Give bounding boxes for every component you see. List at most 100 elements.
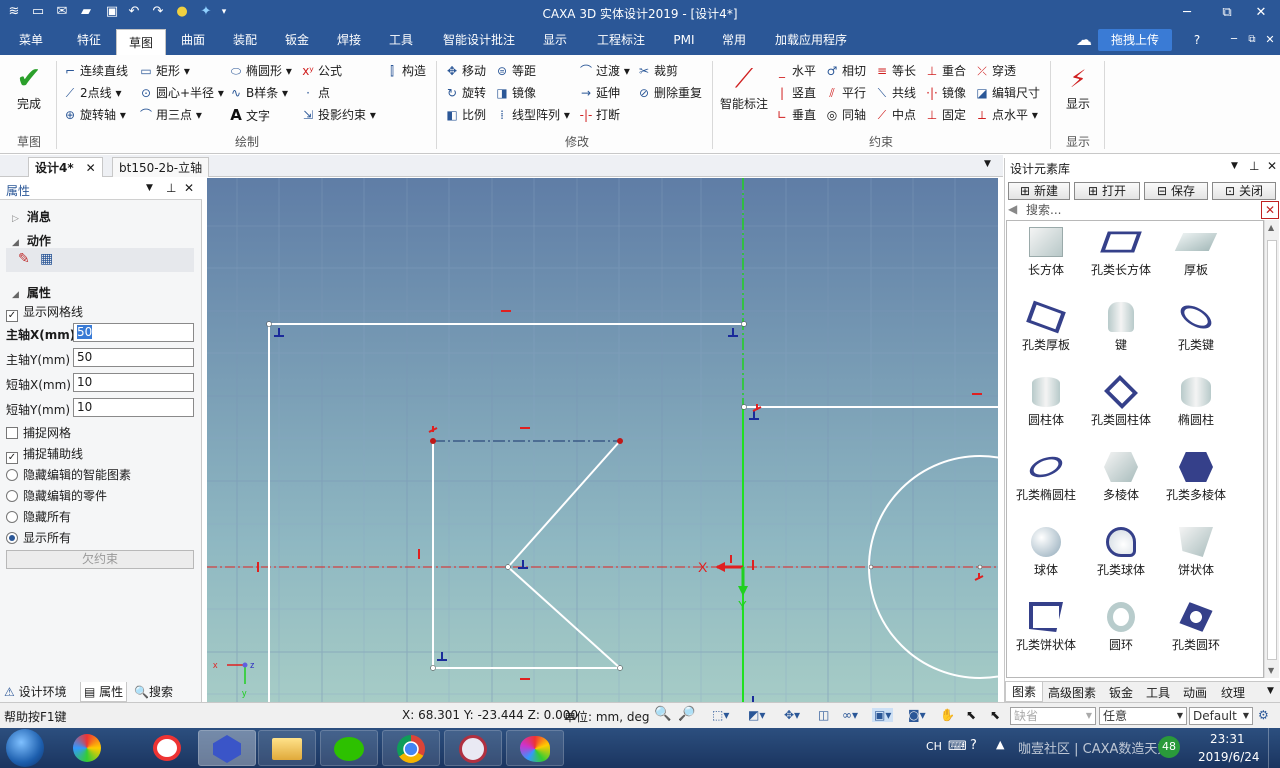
sketch-canvas[interactable]: X Y x z y — [207, 178, 998, 702]
element-hole-prism[interactable]: 孔类多棱体 — [1160, 452, 1232, 503]
standard-view-icon[interactable]: ◩▾ — [748, 708, 765, 722]
menu-item[interactable]: 菜单 — [10, 25, 52, 55]
finish-button[interactable]: ✔ 完成 — [6, 63, 52, 125]
point-horizontal-button[interactable]: ⟂ 点水平 ▾ — [974, 105, 1038, 125]
select-arrow-icon[interactable]: ⬉ — [966, 708, 976, 722]
menu-item[interactable]: 装配 — [222, 25, 268, 55]
pan-icon[interactable]: ✥▾ — [784, 708, 800, 722]
menu-item[interactable]: PMI — [664, 25, 704, 55]
section-icon[interactable]: ◙▾ — [908, 708, 926, 722]
break-button[interactable]: -|- 打断 — [578, 105, 620, 125]
element-prism[interactable]: 多棱体 — [1085, 452, 1157, 503]
help-icon[interactable]: ? — [1186, 25, 1208, 55]
menu-item[interactable]: 智能设计批注 — [436, 25, 522, 55]
polyline-button[interactable]: ⌐ 连续直线 — [62, 61, 128, 81]
project-constraint-button[interactable]: ⇲ 投影约束 ▾ — [300, 105, 376, 125]
concentric-button[interactable]: ◎ 同轴 — [824, 105, 866, 125]
ribbon-restore-icon[interactable]: ⧉ — [1244, 25, 1260, 55]
radio[interactable] — [6, 490, 18, 502]
rotation-axis-button[interactable]: ⊕ 旋转轴 ▾ — [62, 105, 126, 125]
hand-icon[interactable]: ✋ — [940, 708, 955, 722]
element-hole-elliptic-cylinder[interactable]: 孔类椭圆柱 — [1010, 452, 1082, 503]
back-arrow-icon[interactable]: ◀ — [1008, 202, 1017, 216]
midpoint-button[interactable]: ⟋ 中点 — [874, 105, 916, 125]
under-constrained-button[interactable]: 欠约束 — [6, 550, 194, 569]
element-sphere[interactable]: 球体 — [1010, 527, 1082, 578]
bspline-button[interactable]: ∿ B样条 ▾ — [228, 83, 288, 103]
circle-center-radius-button[interactable]: ⊙ 圆心+半径 ▾ — [138, 83, 224, 103]
action-section[interactable]: ◢ 动作 — [12, 232, 51, 249]
sketch-geometry[interactable] — [268, 323, 998, 702]
display-button[interactable]: ⚡ 显示 — [1058, 63, 1098, 112]
show-grid-checkbox[interactable]: ✓ 显示网格线 — [6, 303, 83, 322]
minor-y-input[interactable]: 10 — [73, 398, 194, 417]
tray-arrow-icon[interactable]: ▲ — [996, 738, 1004, 751]
perpendicular-button[interactable]: ∟ 垂直 — [774, 105, 816, 125]
radio[interactable] — [6, 511, 18, 523]
menu-item[interactable]: 工具 — [378, 25, 424, 55]
tab-design-environment[interactable]: ⚠ 设计环境 — [4, 682, 67, 702]
tray-badge[interactable]: 48 — [1158, 736, 1180, 758]
ribbon-close-icon[interactable]: ✕ — [1262, 25, 1278, 55]
edit-icon[interactable]: ✎ — [18, 251, 30, 267]
tabs-dropdown-icon[interactable]: ▼ — [1267, 686, 1274, 696]
message-section[interactable]: ▷ 消息 — [12, 208, 51, 225]
tab-tools[interactable]: 工具 — [1146, 684, 1170, 701]
point-button[interactable]: · 点 — [300, 83, 330, 103]
zoom-icon[interactable]: 🔍 — [654, 706, 671, 722]
tab-texture[interactable]: 纹理 — [1221, 684, 1245, 701]
upload-button[interactable]: 拖拽上传 — [1098, 29, 1172, 51]
taskbar-caxa[interactable] — [198, 730, 256, 766]
show-desktop-button[interactable] — [1268, 728, 1280, 768]
menu-item[interactable]: 加载应用程序 — [766, 25, 856, 55]
checkbox-checked[interactable]: ✓ — [6, 452, 18, 464]
tab-animation[interactable]: 动画 — [1183, 684, 1207, 701]
offset-button[interactable]: ⊜ 等距 — [494, 61, 536, 81]
radio-hide-smart[interactable]: 隐藏编辑的智能图素 — [6, 466, 131, 483]
formula-button[interactable]: xʸ 公式 — [300, 61, 342, 81]
menu-item[interactable]: 焊接 — [326, 25, 372, 55]
snap-grid-checkbox[interactable]: 捕捉网格 — [6, 424, 71, 441]
minimize-button[interactable]: ─ — [1166, 0, 1208, 25]
dropdown-icon[interactable]: ▼ — [146, 183, 153, 193]
delete-duplicate-button[interactable]: ⊘ 删除重复 — [636, 83, 702, 103]
element-elliptic-cylinder[interactable]: 椭圆柱 — [1160, 377, 1232, 428]
element-thick-plate[interactable]: 厚板 — [1160, 227, 1232, 278]
collinear-button[interactable]: ⟍ 共线 — [874, 83, 916, 103]
view-orient-icon[interactable]: ⬚▾ — [712, 708, 729, 722]
start-button[interactable] — [6, 729, 44, 767]
radio-hide-all[interactable]: 隐藏所有 — [6, 508, 71, 525]
checkbox-checked[interactable]: ✓ — [6, 310, 18, 322]
taskbar-explorer[interactable] — [258, 730, 316, 766]
menu-item[interactable]: 钣金 — [274, 25, 320, 55]
scale-button[interactable]: ◧ 比例 — [444, 105, 486, 125]
radio-show-all[interactable]: 显示所有 — [6, 529, 71, 546]
keyboard-icon[interactable]: ⌨ — [948, 739, 967, 754]
tab-sheet-metal[interactable]: 钣金 — [1109, 684, 1133, 701]
properties-section[interactable]: ◢ 属性 — [12, 284, 51, 301]
mirror-constraint-button[interactable]: ·|· 镜像 — [924, 83, 966, 103]
fillet-button[interactable]: ⌒ 过渡 ▾ — [578, 61, 630, 81]
element-cuboid[interactable]: 长方体 — [1010, 227, 1082, 278]
smart-dimension-button[interactable]: ⟋ 智能标注 — [718, 63, 770, 112]
radio[interactable] — [6, 469, 18, 481]
tab-search[interactable]: 🔍搜索 — [134, 682, 173, 702]
radio-selected[interactable] — [6, 532, 18, 544]
linear-pattern-button[interactable]: ⁞ 线型阵列 ▾ — [494, 105, 570, 125]
ribbon-minimize-icon[interactable]: ─ — [1226, 25, 1242, 55]
tab-advanced[interactable]: 高级图素 — [1048, 684, 1096, 701]
element-hole-torus[interactable]: 孔类圆环 — [1160, 602, 1232, 653]
extend-button[interactable]: → 延伸 — [578, 83, 620, 103]
sketch-line[interactable] — [507, 440, 621, 568]
selection-combo[interactable]: 任意 ▼ — [1099, 707, 1187, 725]
sketch-viewport[interactable]: X Y x z y — [207, 178, 998, 702]
menu-item[interactable]: 常用 — [714, 25, 754, 55]
search-input[interactable]: 搜索... — [1026, 201, 1061, 218]
pin-icon[interactable]: ⊥ — [166, 181, 176, 195]
glasses-icon[interactable]: ∞▾ — [842, 708, 858, 722]
element-key[interactable]: 键 — [1085, 302, 1157, 353]
tangent-button[interactable]: ♂ 相切 — [824, 61, 866, 81]
zoom-window-icon[interactable]: 🔎 — [678, 706, 695, 722]
construct-button[interactable]: ⫿ 构造 — [384, 61, 426, 81]
tab-primitives[interactable]: 图素 — [1005, 682, 1044, 702]
